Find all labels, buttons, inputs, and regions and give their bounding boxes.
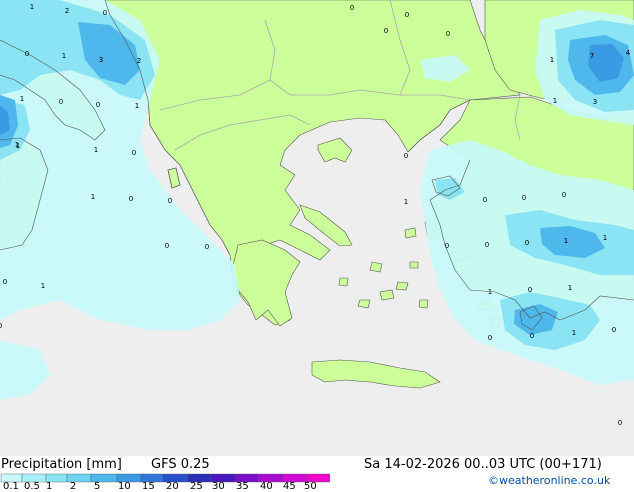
precip-value-label: 7	[590, 52, 594, 60]
precip-value-label: 1	[41, 282, 45, 290]
precip-value-label: 1	[16, 142, 20, 150]
scale-tick-label: 25	[190, 481, 203, 492]
scale-tick-label: 15	[142, 481, 155, 492]
precip-value-label: 0	[612, 326, 616, 334]
precip-value-label: 1	[20, 95, 24, 103]
precip-value-label: 0	[3, 278, 7, 286]
precip-value-label: 1	[62, 52, 66, 60]
precip-value-label: 1	[568, 284, 572, 292]
precip-value-label: 0	[405, 11, 409, 19]
precip-value-label: 0	[132, 149, 136, 157]
precip-value-label: 0	[562, 191, 566, 199]
precip-value-label: 0	[488, 334, 492, 342]
precip-value-label: 1	[94, 146, 98, 154]
legend-title: Precipitation [mm]	[1, 457, 122, 472]
precip-value-label: 2	[65, 7, 69, 15]
precip-value-label: 0	[528, 286, 532, 294]
precip-value-label: 1	[135, 102, 139, 110]
scale-tick-label: 50	[304, 481, 317, 492]
precip-value-label: 0	[350, 4, 354, 12]
scale-tick-label: 5	[94, 481, 101, 492]
precip-value-label: 0	[103, 9, 107, 17]
precip-value-label: 1	[564, 237, 568, 245]
precip-value-label: 0	[446, 30, 450, 38]
precip-value-label: 0	[25, 50, 29, 58]
precip-value-label: 1	[550, 56, 554, 64]
precip-value-label: 1	[553, 97, 557, 105]
precip-value-label: 0	[59, 98, 63, 106]
precip-value-label: 3	[99, 56, 103, 64]
precip-value-label: 1	[30, 3, 34, 11]
valid-time: Sa 14-02-2026 00..03 UTC (00+171)	[364, 457, 602, 472]
scale-tick-label: 2	[70, 481, 77, 492]
precip-value-label: 0	[384, 27, 388, 35]
precip-value-label: 4	[626, 49, 631, 57]
scale-tick-label: 45	[283, 481, 296, 492]
precip-value-label: 1	[603, 234, 607, 242]
precip-value-label: 0	[525, 239, 529, 247]
scale-tick-label: 0.5	[24, 481, 40, 492]
scale-tick-label: 10	[118, 481, 131, 492]
precipitation-map: 1 2 0 0 1 3 2 1 0 0 1 1 1 0 1 0 0 0 0 1 0 0 0 1 0 1 0 0 0 1 1 0 0 0 1 0 1 0 0 1…	[0, 0, 634, 456]
precip-value-label: 0	[404, 152, 408, 160]
model-name: GFS 0.25	[151, 457, 210, 472]
precip-value-label: 0	[483, 196, 487, 204]
precip-value-label: 0	[129, 195, 133, 203]
precip-value-label: 0	[522, 194, 526, 202]
precip-value-label: 1	[488, 288, 492, 296]
precip-value-label: 0	[0, 322, 2, 330]
precip-value-label: 0	[96, 101, 100, 109]
precip-value-label: 1	[572, 329, 576, 337]
scale-tick-label: 40	[260, 481, 273, 492]
scale-tick-label: 30	[212, 481, 225, 492]
credit: ©weatheronline.co.uk	[488, 474, 611, 487]
scale-tick-label: 1	[46, 481, 53, 492]
precip-value-label: 0	[618, 419, 622, 427]
precip-value-label: 0	[530, 332, 534, 340]
precip-value-label: 1	[91, 193, 95, 201]
precip-value-label: 1	[404, 198, 408, 206]
precip-value-label: 2	[137, 57, 141, 65]
precip-value-label: 3	[593, 98, 597, 106]
scale-tick-label: 20	[166, 481, 179, 492]
precip-value-label: 0	[165, 242, 169, 250]
legend-panel: Precipitation [mm] GFS 0.25 Sa 14-02-202…	[0, 456, 634, 492]
scale-tick-label: 35	[236, 481, 249, 492]
precip-value-label: 0	[485, 241, 489, 249]
scale-tick-label: 0.1	[3, 481, 19, 492]
precip-value-label: 0	[205, 243, 209, 251]
precip-value-label: 0	[168, 197, 172, 205]
precip-value-label: 0	[445, 242, 449, 250]
